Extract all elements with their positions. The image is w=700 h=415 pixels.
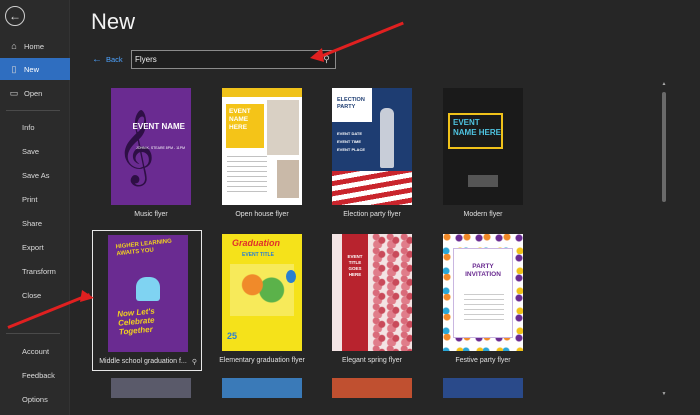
thumb-title: EVENT NAME <box>132 122 185 131</box>
sidebar-item-label: Share <box>22 218 43 228</box>
sidebar-item-close[interactable]: Close <box>0 284 70 306</box>
sidebar-item-label: Export <box>22 242 44 252</box>
template-thumbnail-partial[interactable] <box>443 378 523 398</box>
thumb-title: HIGHER LEARNING AWAITS YOU <box>115 238 173 258</box>
sidebar-item-label: Open <box>24 88 43 98</box>
sidebar-divider <box>6 110 60 111</box>
sidebar-item-label: Print <box>22 194 38 204</box>
thumb-title: EVENT NAME HERE <box>453 118 502 137</box>
statue-of-liberty-icon <box>380 108 394 168</box>
search-box: ⚲ <box>131 50 336 69</box>
back-arrow-circle-icon[interactable]: ← <box>5 6 25 26</box>
sidebar-item-label: Close <box>22 290 42 300</box>
back-link-label: Back <box>106 55 123 64</box>
sidebar-item-label: Account <box>22 346 50 356</box>
sidebar-item-home[interactable]: ⌂ Home <box>0 35 70 57</box>
flag-icon <box>332 171 412 205</box>
thumb-title: Graduation <box>232 238 281 248</box>
pin-icon[interactable]: ⚲ <box>192 358 197 366</box>
floral-pattern-icon <box>372 234 412 351</box>
sidebar-item-label: Save As <box>22 170 50 180</box>
template-thumbnail: HIGHER LEARNING AWAITS YOU Now Let's Cel… <box>94 235 202 352</box>
template-thumbnail: PARTY INVITATION <box>429 234 537 351</box>
template-label: Music flyer <box>134 211 168 218</box>
sidebar-item-label: Feedback <box>22 370 55 380</box>
template-elegant-spring-flyer[interactable]: EVENT TITLE GOES HERE Elegant spring fly… <box>318 234 426 369</box>
template-thumbnail: EVENT TITLE GOES HERE <box>318 234 426 351</box>
template-thumbnail: EVENT NAME HERE <box>208 88 316 205</box>
template-thumbnail-partial[interactable] <box>332 378 412 398</box>
sidebar-item-export[interactable]: Export <box>0 236 70 258</box>
sidebar-item-open[interactable]: ▭ Open <box>0 82 70 104</box>
annotation-arrowhead-icon <box>80 290 94 302</box>
thumb-subtitle: EVENT DATE EVENT TIME EVENT PLACE <box>337 131 366 152</box>
sidebar-item-label: Info <box>22 122 35 132</box>
sidebar-item-label: New <box>24 64 40 74</box>
search-input[interactable] <box>132 51 318 68</box>
template-open-house-flyer[interactable]: EVENT NAME HERE Open house flyer <box>208 88 316 223</box>
annotation-arrow <box>317 21 404 59</box>
template-label: Modern flyer <box>463 211 503 218</box>
scroll-up-icon[interactable]: ▲ <box>660 80 668 88</box>
back-arrow-icon: ← <box>92 54 102 65</box>
thumb-title: PARTY INVITATION <box>465 263 501 278</box>
template-election-party-flyer[interactable]: ELECTION PARTY EVENT DATE EVENT TIME EVE… <box>318 88 426 223</box>
thumb-subtitle: JOHN K. STEARE 8PM - 11PM <box>136 146 185 150</box>
thumb-date: 25 <box>227 331 238 341</box>
folder-open-icon: ▭ <box>9 87 19 98</box>
sidebar-item-label: Transform <box>22 266 56 276</box>
template-thumbnail-partial[interactable] <box>222 378 302 398</box>
children-illustration-icon <box>230 264 294 316</box>
sidebar-item-transform[interactable]: Transform <box>0 260 70 282</box>
sidebar-item-feedback[interactable]: Feedback <box>0 364 70 386</box>
thumb-title: ELECTION PARTY <box>337 97 365 110</box>
home-icon: ⌂ <box>11 41 17 51</box>
sidebar-item-label: Options <box>22 394 48 404</box>
sidebar-item-new[interactable]: ▯ New <box>0 58 70 80</box>
template-label: Elementary graduation flyer <box>219 357 305 364</box>
template-label: Open house flyer <box>235 211 289 218</box>
template-thumbnail: Graduation EVENT TITLE 25 <box>208 234 316 351</box>
template-label: Elegant spring flyer <box>342 357 402 364</box>
new-document-icon: ▯ <box>11 63 17 74</box>
template-thumbnail: EVENT NAME HERE <box>429 88 537 205</box>
annotation-arrowhead-icon <box>310 48 324 62</box>
sidebar-item-account[interactable]: Account <box>0 340 70 362</box>
sidebar-item-label: Home <box>24 41 45 51</box>
balloon-icon <box>286 270 296 283</box>
template-thumbnail: 𝄞 EVENT NAME JOHN K. STEARE 8PM - 11PM <box>97 88 205 205</box>
sidebar-item-print[interactable]: Print <box>0 188 70 210</box>
thumb-subtitle: Now Let's Celebrate Together <box>116 306 156 337</box>
sidebar-item-info[interactable]: Info <box>0 116 70 138</box>
thumb-subtitle: EVENT TITLE <box>242 252 274 258</box>
template-middle-school-graduation-flyer[interactable]: HIGHER LEARNING AWAITS YOU Now Let's Cel… <box>92 230 202 371</box>
page-title: New <box>91 9 136 34</box>
template-modern-flyer[interactable]: EVENT NAME HERE Modern flyer <box>429 88 537 223</box>
backstage-sidebar: ← ⌂ Home ▯ New ▭ Open Info Save Save As … <box>0 0 70 415</box>
sidebar-item-save[interactable]: Save <box>0 140 70 162</box>
template-music-flyer[interactable]: 𝄞 EVENT NAME JOHN K. STEARE 8PM - 11PM M… <box>97 88 205 223</box>
thumb-title: EVENT TITLE GOES HERE <box>347 254 363 277</box>
template-elementary-graduation-flyer[interactable]: Graduation EVENT TITLE 25 Elementary gra… <box>208 234 316 369</box>
sidebar-item-save-as[interactable]: Save As <box>0 164 70 186</box>
sidebar-item-label: Save <box>22 146 40 156</box>
scroll-thumb[interactable] <box>662 92 666 202</box>
template-label: Festive party flyer <box>455 357 511 364</box>
template-label: Election party flyer <box>343 211 401 218</box>
scroll-down-icon[interactable]: ▼ <box>660 390 668 398</box>
back-link[interactable]: ← Back <box>92 54 123 65</box>
vertical-scrollbar[interactable]: ▲ ▼ <box>660 80 668 398</box>
template-label: Middle school graduation f... <box>99 358 187 365</box>
template-thumbnail-partial[interactable] <box>111 378 191 398</box>
template-festive-party-flyer[interactable]: PARTY INVITATION Festive party flyer <box>429 234 537 369</box>
thumb-title: EVENT NAME HERE <box>229 108 251 131</box>
sidebar-item-options[interactable]: Options <box>0 388 70 410</box>
cupcake-icon <box>136 277 160 301</box>
sidebar-divider <box>6 333 60 334</box>
template-thumbnail: ELECTION PARTY EVENT DATE EVENT TIME EVE… <box>318 88 426 205</box>
sidebar-item-share[interactable]: Share <box>0 212 70 234</box>
